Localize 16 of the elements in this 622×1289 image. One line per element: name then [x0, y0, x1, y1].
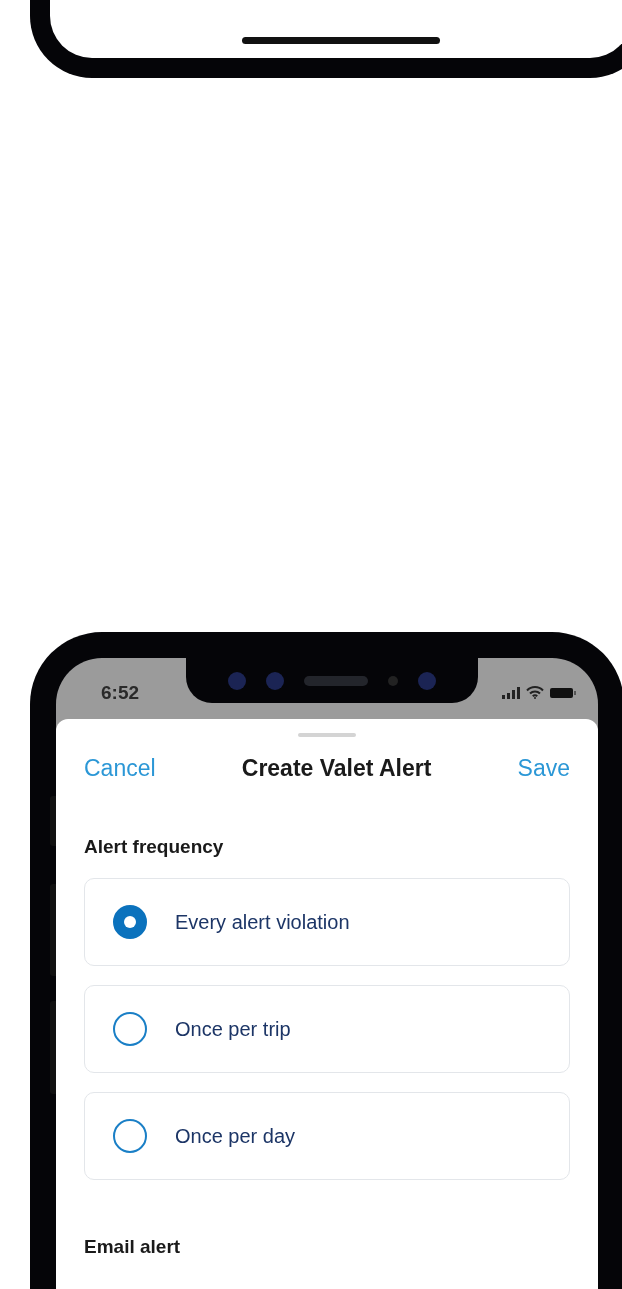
wifi-icon — [526, 686, 544, 699]
option-card[interactable]: Once per trip — [84, 985, 570, 1073]
section-heading: Email alert — [84, 1236, 182, 1258]
radio-button[interactable] — [113, 1012, 147, 1046]
option-label: Once per trip — [175, 1017, 291, 1041]
option-label: Every alert violation — [175, 910, 350, 934]
option-label: Once per day — [175, 1124, 296, 1148]
radio-button[interactable] — [113, 905, 147, 939]
battery-icon — [550, 686, 576, 699]
radio-button[interactable] — [113, 1119, 147, 1153]
signal-icon — [502, 686, 520, 699]
option-card[interactable]: Every alert violation — [84, 878, 570, 966]
option-card[interactable]: Once per day — [84, 1092, 570, 1180]
status-time: 6:52 — [101, 681, 140, 704]
sheet-title: Create Valet Alert — [241, 755, 432, 782]
section-heading: Alert frequency — [84, 836, 225, 858]
